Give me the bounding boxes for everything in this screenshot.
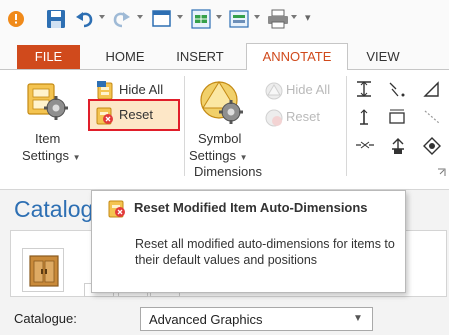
- dimension-locate-icon[interactable]: [388, 136, 408, 156]
- tab-insert[interactable]: INSERT: [168, 44, 232, 70]
- window-dropdown-icon[interactable]: [177, 15, 183, 19]
- dimension-angle-icon[interactable]: [388, 80, 406, 98]
- dimension-offset-icon[interactable]: [355, 136, 375, 154]
- hide-all-label: Hide All: [119, 82, 164, 97]
- layout-grid-icon[interactable]: [191, 9, 211, 29]
- item-settings-button[interactable]: Item Settings ▼: [16, 76, 81, 166]
- customize-toolbar-icon[interactable]: ▾: [305, 11, 311, 24]
- ribbon-separator: [184, 76, 185, 176]
- print-dropdown-icon[interactable]: [291, 15, 297, 19]
- cabinet-icon: [29, 255, 59, 287]
- reset-button[interactable]: Reset: [88, 99, 180, 131]
- window-icon[interactable]: [152, 9, 172, 29]
- dimension-diagonal-icon[interactable]: [422, 108, 442, 126]
- symbol-settings-label-line2: Settings ▼: [189, 148, 248, 163]
- chevron-down-icon: ▼: [353, 313, 363, 324]
- redo-icon[interactable]: [112, 9, 132, 29]
- undo-dropdown-icon[interactable]: [99, 15, 105, 19]
- symbol-hide-all-label: Hide All: [286, 82, 331, 97]
- tab-view[interactable]: VIEW: [357, 44, 409, 70]
- tooltip: Reset Modified Item Auto-Dimensions Rese…: [91, 190, 406, 293]
- symbol-reset-button[interactable]: Reset: [262, 107, 340, 129]
- catalogue-label: Catalogue:: [14, 311, 77, 326]
- tooltip-body: Reset all modified auto-dimensions for i…: [135, 237, 395, 267]
- reset-label: Reset: [119, 107, 153, 122]
- undo-icon[interactable]: [74, 9, 94, 29]
- item-settings-label-line2: Settings ▼: [22, 148, 81, 163]
- reset-icon: [96, 107, 113, 125]
- catalogue-select-value: Advanced Graphics: [149, 312, 263, 327]
- layout-dropdown-icon[interactable]: [216, 15, 222, 19]
- item-settings-dropdown-icon: ▼: [72, 153, 81, 162]
- symbol-settings-dropdown-icon: ▼: [239, 153, 248, 162]
- dimension-vertical-icon[interactable]: [355, 108, 373, 126]
- app-icon[interactable]: [7, 10, 25, 30]
- tab-home[interactable]: HOME: [93, 44, 157, 70]
- ribbon-panel: Item Settings ▼ Hide All Reset Symbol Se…: [0, 70, 449, 190]
- symbol-reset-label: Reset: [286, 109, 320, 124]
- dimension-triangle-icon[interactable]: [422, 80, 442, 98]
- dialog-launcher-icon[interactable]: [437, 168, 446, 177]
- ribbon-separator: [346, 76, 347, 176]
- save-icon[interactable]: [46, 9, 66, 29]
- symbol-settings-button[interactable]: Symbol Settings ▼: [189, 76, 255, 166]
- elevation-dropdown-icon[interactable]: [254, 15, 260, 19]
- tab-annotate[interactable]: ANNOTATE: [246, 43, 348, 71]
- symbol-hide-all-button[interactable]: Hide All: [262, 80, 340, 102]
- redo-dropdown-icon[interactable]: [137, 15, 143, 19]
- elevation-icon[interactable]: [229, 9, 249, 29]
- dimensions-group-label: Dimensions: [194, 164, 262, 179]
- catalogue-thumbnail[interactable]: [22, 248, 64, 292]
- dimension-box-icon[interactable]: [388, 108, 406, 126]
- item-settings-label-line1: Item: [35, 131, 61, 146]
- symbol-settings-icon: [200, 81, 243, 124]
- tab-file[interactable]: FILE: [17, 45, 80, 69]
- hide-all-icon: [97, 81, 113, 100]
- symbol-hide-all-icon: [265, 82, 283, 100]
- catalogue-select[interactable]: Advanced Graphics ▼: [140, 307, 373, 331]
- ribbon-tab-bar: FILE HOME INSERT ANNOTATE VIEW: [0, 38, 449, 71]
- tooltip-reset-icon: [108, 200, 125, 218]
- symbol-reset-icon: [265, 109, 283, 127]
- dimension-height-icon[interactable]: [355, 80, 373, 98]
- print-icon[interactable]: [267, 9, 289, 29]
- catalogue-heading: Catalog: [14, 196, 94, 222]
- dimension-compass-icon[interactable]: [422, 136, 442, 156]
- symbol-settings-label-line1: Symbol: [198, 131, 242, 146]
- item-settings-icon: [27, 83, 68, 120]
- quick-access-toolbar: ▾: [0, 0, 449, 38]
- tooltip-title: Reset Modified Item Auto-Dimensions: [134, 200, 368, 215]
